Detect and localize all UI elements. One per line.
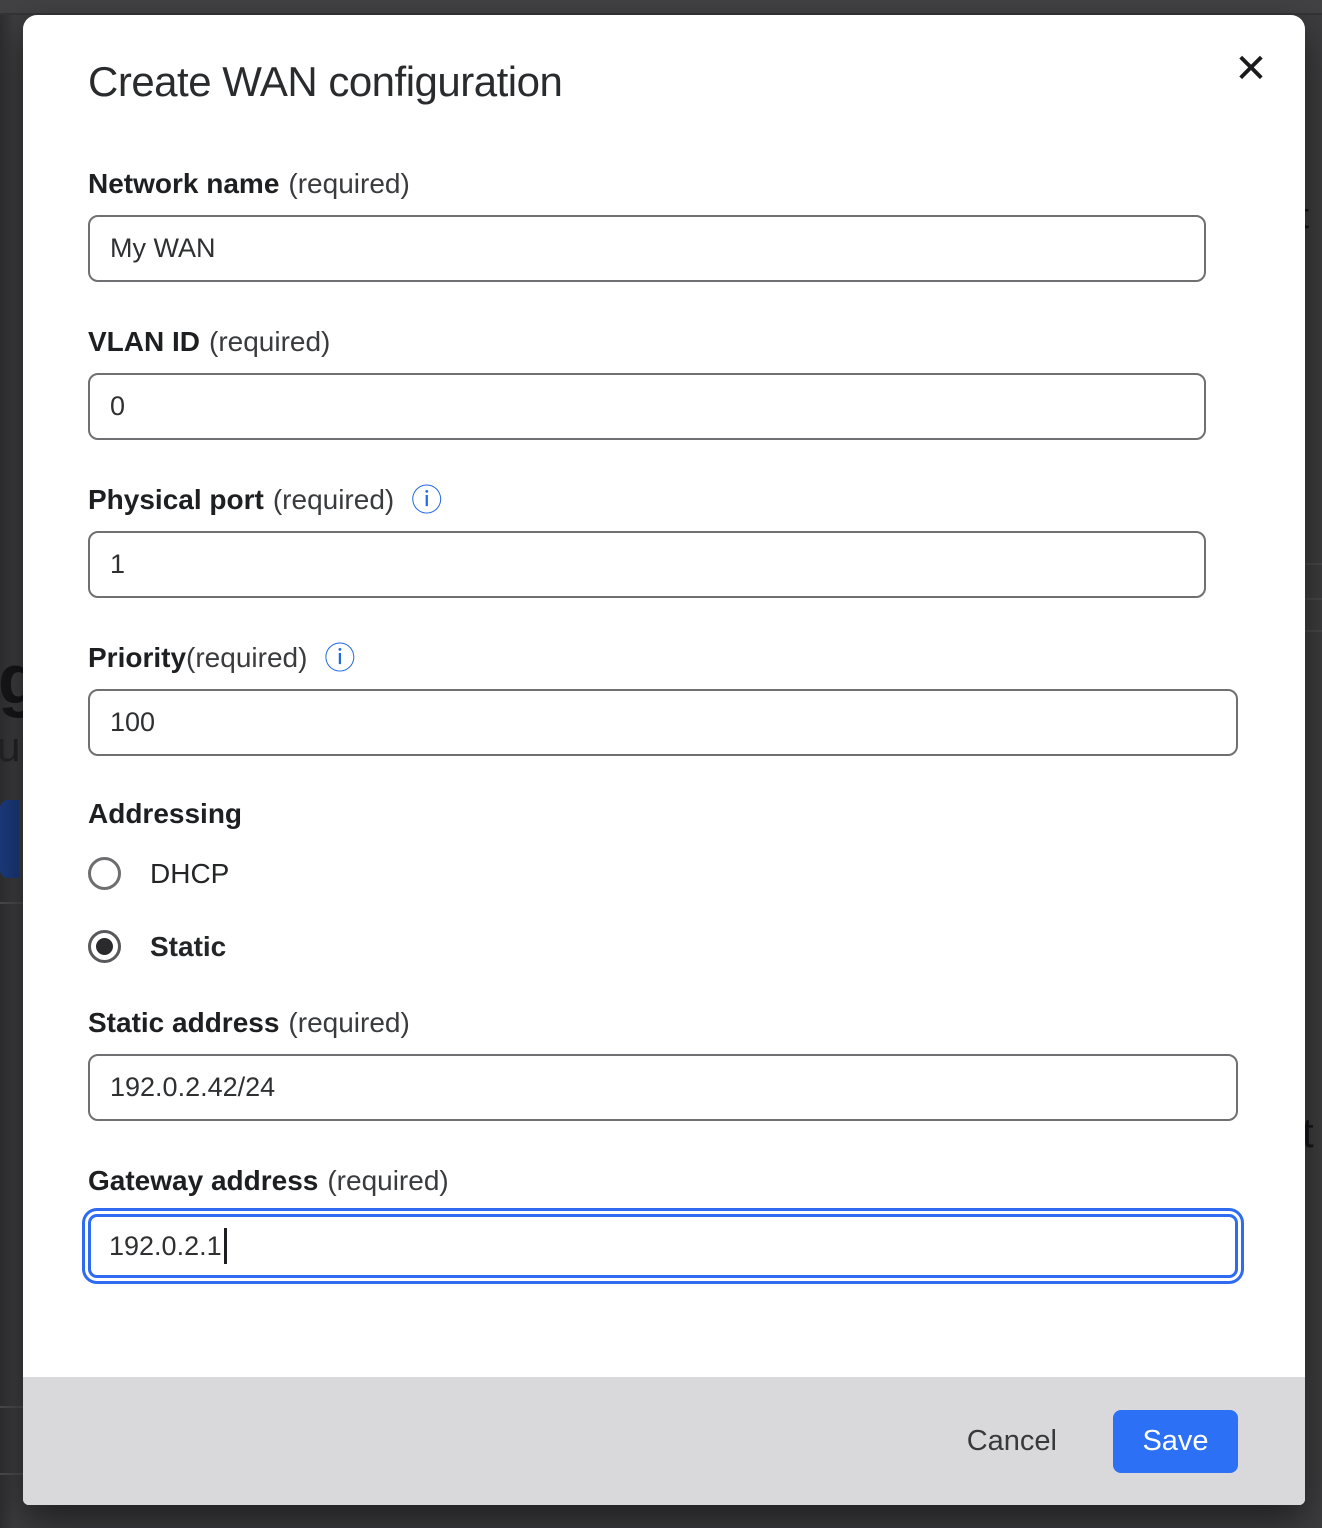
background-divider xyxy=(0,902,23,904)
background-text-fragment: u xyxy=(0,726,20,768)
network-name-label: Network name (required) xyxy=(88,167,1305,201)
background-top-band xyxy=(0,0,1322,15)
background-divider xyxy=(0,1473,23,1475)
required-hint: (required) xyxy=(288,1006,409,1040)
gateway-address-value: 192.0.2.1 xyxy=(109,1231,222,1262)
static-address-label: Static address (required) xyxy=(88,1006,1305,1040)
radio-unselected-icon[interactable] xyxy=(88,857,121,890)
background-divider xyxy=(1305,630,1322,632)
background-blue-button-fragment xyxy=(0,800,19,878)
vlan-id-label: VLAN ID (required) xyxy=(88,325,1305,359)
priority-input[interactable] xyxy=(88,689,1238,756)
required-hint: (required) xyxy=(209,325,330,359)
info-icon[interactable]: ⓘ xyxy=(411,485,442,516)
background-divider xyxy=(0,1406,23,1408)
dialog-title: Create WAN configuration xyxy=(88,58,1305,106)
network-name-field-group: Network name (required) xyxy=(88,167,1305,282)
dialog-footer: Cancel Save xyxy=(23,1377,1305,1505)
required-hint: (required) xyxy=(186,641,307,675)
cancel-button[interactable]: Cancel xyxy=(961,1415,1063,1468)
field-label-text: Network name xyxy=(88,167,279,201)
background-divider xyxy=(1305,563,1322,565)
required-hint: (required) xyxy=(288,167,409,201)
network-name-input[interactable] xyxy=(88,215,1206,282)
background-divider xyxy=(1305,598,1322,600)
create-wan-configuration-dialog: ✕ Create WAN configuration Network name … xyxy=(23,15,1305,1505)
radio-dot xyxy=(96,938,113,955)
save-button[interactable]: Save xyxy=(1113,1410,1238,1473)
static-address-input[interactable] xyxy=(88,1054,1238,1121)
vlan-id-input[interactable] xyxy=(88,373,1206,440)
addressing-radio-static[interactable]: Static xyxy=(88,930,1305,963)
gateway-address-label: Gateway address (required) xyxy=(88,1164,1305,1198)
field-label-text: Static address xyxy=(88,1006,279,1040)
radio-selected-icon[interactable] xyxy=(88,930,121,963)
close-icon[interactable]: ✕ xyxy=(1227,45,1275,93)
addressing-radio-dhcp[interactable]: DHCP xyxy=(88,857,1305,890)
addressing-section-heading: Addressing xyxy=(88,798,1305,830)
background-left-shade xyxy=(0,15,14,1528)
required-hint: (required) xyxy=(327,1164,448,1198)
gateway-address-field-group: Gateway address (required) 192.0.2.1 xyxy=(88,1164,1305,1278)
physical-port-input[interactable] xyxy=(88,531,1206,598)
physical-port-label: Physical port (required) ⓘ xyxy=(88,483,1305,517)
priority-field-group: Priority (required) ⓘ xyxy=(88,641,1305,756)
vlan-id-field-group: VLAN ID (required) xyxy=(88,325,1305,440)
radio-label[interactable]: DHCP xyxy=(150,858,229,890)
static-address-field-group: Static address (required) xyxy=(88,1006,1305,1121)
radio-label[interactable]: Static xyxy=(150,931,226,963)
text-cursor xyxy=(224,1228,227,1264)
physical-port-field-group: Physical port (required) ⓘ xyxy=(88,483,1305,598)
gateway-address-input[interactable]: 192.0.2.1 xyxy=(88,1214,1238,1278)
info-icon[interactable]: ⓘ xyxy=(324,643,355,674)
dialog-body: Network name (required) VLAN ID (require… xyxy=(23,167,1305,1278)
field-label-text: Gateway address xyxy=(88,1164,318,1198)
priority-label: Priority (required) ⓘ xyxy=(88,641,1305,675)
field-label-text: VLAN ID xyxy=(88,325,200,359)
required-hint: (required) xyxy=(273,483,394,517)
field-label-text: Physical port xyxy=(88,483,264,517)
field-label-text: Priority xyxy=(88,641,186,675)
